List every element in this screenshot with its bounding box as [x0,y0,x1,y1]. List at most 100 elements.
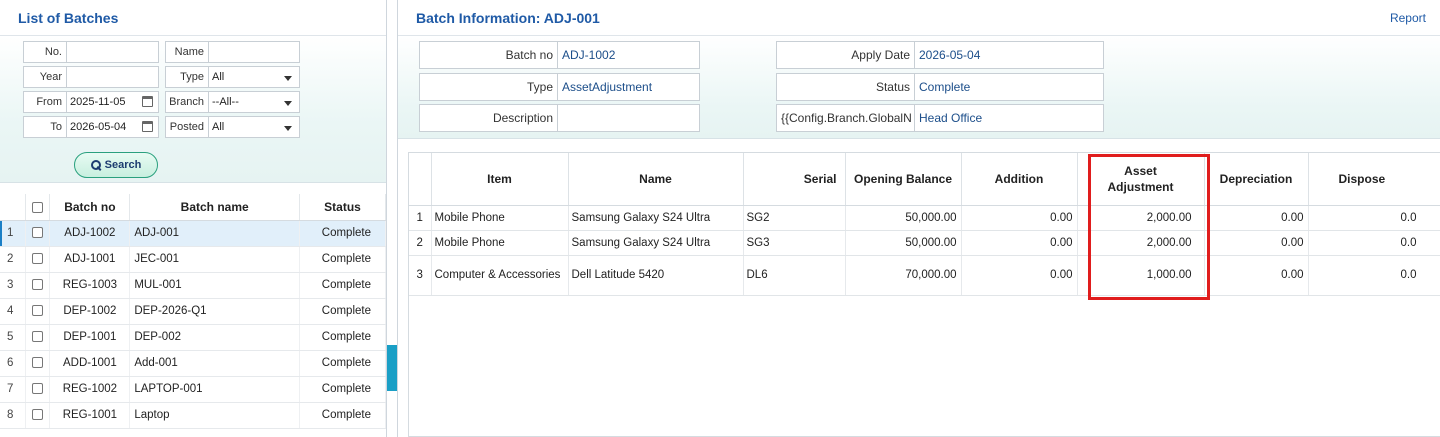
posted-select[interactable]: All [208,116,300,138]
batch-row[interactable]: 4 DEP-1002 DEP-2026-Q1 Complete [0,298,386,325]
row-checkbox[interactable] [32,357,44,369]
no-input[interactable] [66,41,159,63]
branch-label: {{Config.Branch.GlobalN [776,104,914,132]
row-checkbox-cell [25,376,51,403]
status-cell: Complete [299,402,386,429]
addition-header[interactable]: Addition [961,153,1078,206]
row-number: 4 [0,298,27,325]
name-input[interactable] [208,41,300,63]
branch-label: Branch [165,91,208,113]
type-field[interactable]: AssetAdjustment [557,73,700,101]
description-field[interactable] [557,104,700,132]
to-date-input[interactable]: 2026-05-04 [66,116,159,138]
description-label: Description [419,104,557,132]
depreciation-header[interactable]: Depreciation [1204,153,1309,206]
row-checkbox[interactable] [32,227,44,239]
batch-no-header[interactable]: Batch no [49,194,131,221]
search-button-label: Search [104,159,142,171]
batch-table: Batch no Batch name Status 1 ADJ-1002 AD… [0,194,386,429]
row-checkbox[interactable] [32,305,44,317]
opening-balance-cell: 50,000.00 [845,230,962,256]
report-link[interactable]: Report [1390,11,1426,25]
status-header[interactable]: Status [299,194,386,221]
panel-splitter-handle[interactable] [387,345,397,391]
batch-row[interactable]: 8 REG-1001 Laptop Complete [0,402,386,429]
serial-cell: SG3 [743,230,846,256]
detail-table-header: Item Name Serial Opening Balance Additio… [409,153,1440,206]
addition-cell: 0.00 [961,205,1078,231]
branch-select-value: --All-- [212,96,239,108]
row-checkbox[interactable] [32,331,44,343]
row-checkbox-cell [25,272,51,299]
from-date-value: 2025-11-05 [70,96,126,108]
opening-balance-header[interactable]: Opening Balance [845,153,962,206]
batch-detail-grid: Item Name Serial Opening Balance Additio… [408,152,1440,437]
dispose-cell: 0.0 [1308,230,1440,256]
batch-row[interactable]: 7 REG-1002 LAPTOP-001 Complete [0,376,386,403]
select-all-checkbox[interactable] [32,202,44,214]
name-header[interactable]: Name [568,153,744,206]
batch-no-cell: REG-1002 [49,376,131,403]
from-date-input[interactable]: 2025-11-05 [66,91,159,113]
row-number: 5 [0,324,27,351]
batch-name-cell: Laptop [129,402,301,429]
type-select[interactable]: All [208,66,300,88]
depreciation-cell: 0.00 [1204,255,1309,296]
batch-name-cell: DEP-2026-Q1 [129,298,301,325]
name-cell: Samsung Galaxy S24 Ultra [568,205,744,231]
dispose-header[interactable]: Dispose [1308,153,1440,206]
asset-adjustment-cell: 1,000.00 [1077,255,1205,296]
dispose-cell: 0.0 [1308,255,1440,296]
status-cell: Complete [299,272,386,299]
status-label: Status [776,73,914,101]
no-label: No. [23,41,66,63]
asset-adjustment-cell: 2,000.00 [1077,205,1205,231]
year-label: Year [23,66,66,88]
chevron-down-icon [284,126,292,131]
item-cell: Computer & Accessories [431,255,569,296]
addition-cell: 0.00 [961,230,1078,256]
opening-balance-cell: 70,000.00 [845,255,962,296]
serial-header[interactable]: Serial [743,153,846,206]
row-checkbox[interactable] [32,253,44,265]
status-cell: Complete [299,376,386,403]
row-checkbox[interactable] [32,409,44,421]
batch-no-cell: ADD-1001 [49,350,131,377]
posted-label: Posted [165,116,208,138]
batch-row[interactable]: 6 ADD-1001 Add-001 Complete [0,350,386,377]
item-header[interactable]: Item [431,153,569,206]
branch-select[interactable]: --All-- [208,91,300,113]
detail-row[interactable]: 1 Mobile Phone Samsung Galaxy S24 Ultra … [409,205,1440,231]
batch-row[interactable]: 2 ADJ-1001 JEC-001 Complete [0,246,386,273]
batch-no-field[interactable]: ADJ-1002 [557,41,700,69]
apply-date-field[interactable]: 2026-05-04 [914,41,1104,69]
row-number: 1 [0,220,27,247]
asset-adjustment-header[interactable]: Asset Adjustment [1077,153,1205,206]
depreciation-cell: 0.00 [1204,230,1309,256]
filter-area: No. Name Year Type All From 2025-11-05 B… [0,36,386,183]
row-checkbox-cell [25,220,51,247]
posted-select-value: All [212,121,225,133]
detail-row[interactable]: 3 Computer & Accessories Dell Latitude 5… [409,255,1440,296]
to-label: To [23,116,66,138]
row-checkbox[interactable] [32,279,44,291]
batch-row[interactable]: 3 REG-1003 MUL-001 Complete [0,272,386,299]
batch-name-header[interactable]: Batch name [129,194,301,221]
branch-field[interactable]: Head Office [914,104,1104,132]
status-field[interactable]: Complete [914,73,1104,101]
row-checkbox-cell [25,402,51,429]
calendar-icon[interactable] [142,96,153,107]
serial-cell: DL6 [743,255,846,296]
row-number: 2 [409,230,432,256]
row-number-header [409,153,432,206]
batch-row[interactable]: 5 DEP-1001 DEP-002 Complete [0,324,386,351]
row-checkbox[interactable] [32,383,44,395]
item-cell: Mobile Phone [431,230,569,256]
batch-row[interactable]: 1 ADJ-1002 ADJ-001 Complete [0,220,386,247]
year-input[interactable] [66,66,159,88]
search-button[interactable]: Search [74,152,158,178]
calendar-icon[interactable] [142,121,153,132]
batch-info-title: Batch Information: ADJ-001 [398,0,1440,36]
detail-row[interactable]: 2 Mobile Phone Samsung Galaxy S24 Ultra … [409,230,1440,256]
batch-name-cell: DEP-002 [129,324,301,351]
